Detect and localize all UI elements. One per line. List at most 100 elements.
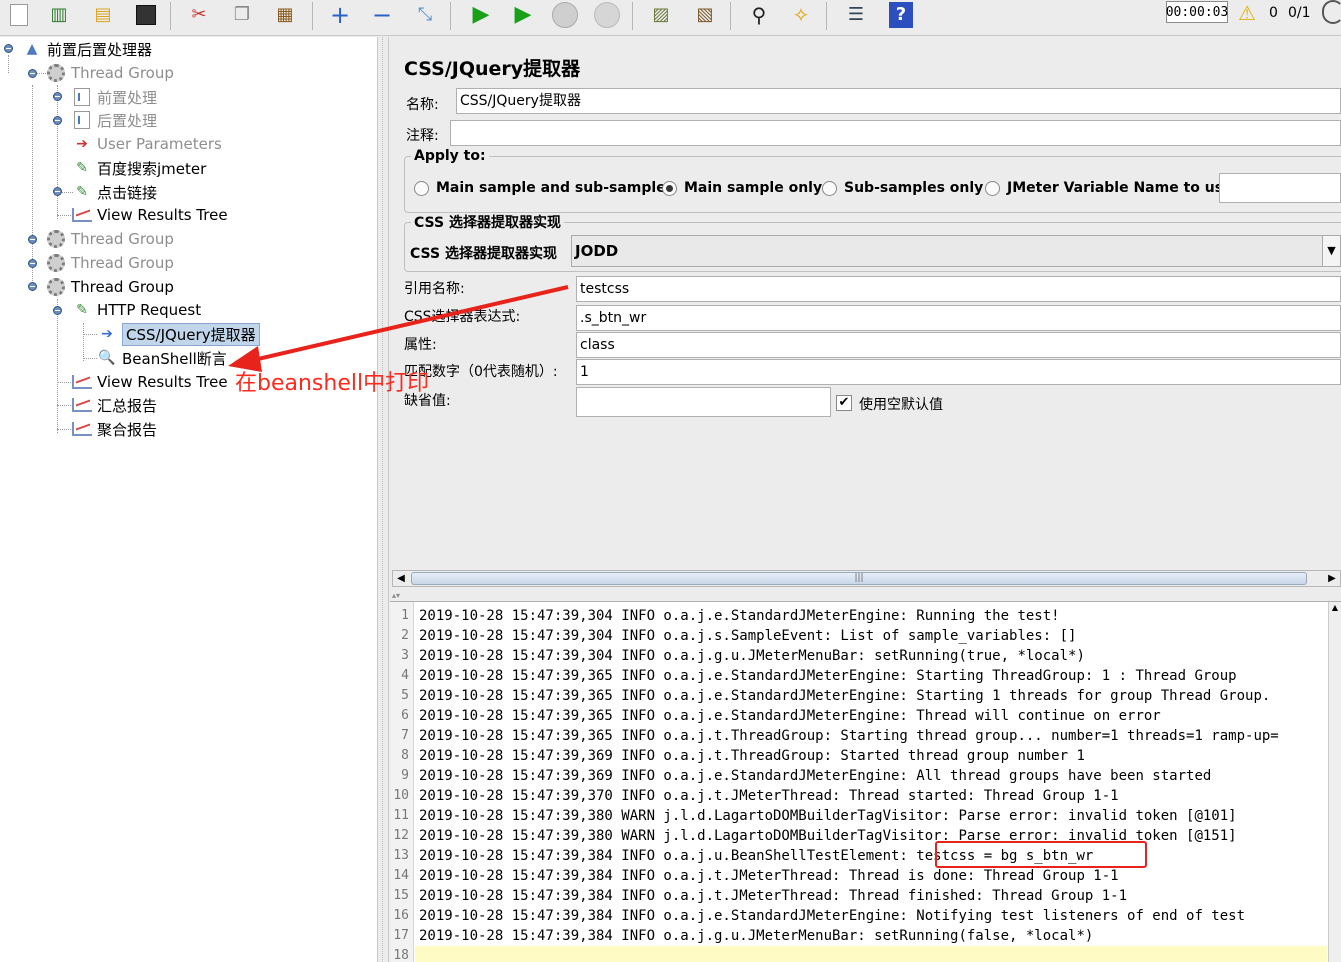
line-number: 12 <box>393 828 409 843</box>
expand-toggle[interactable] <box>28 69 37 78</box>
scroll-up-icon[interactable]: ▲ <box>1329 602 1341 614</box>
line-number: 3 <box>401 648 409 663</box>
toolbar: ▥ ▤ ✂ ❐ ▦ + − ⤡ ▶ ▶ ▨ ▧ ⚲ ✧ ☰ ? 00:00:03… <box>0 0 1341 36</box>
tree-node-view-results-tree[interactable]: View Results Tree <box>72 204 228 226</box>
line-number: 4 <box>401 668 409 683</box>
jmeter-variable-input[interactable] <box>1219 173 1341 203</box>
tree-node-user-parameters[interactable]: ➔ User Parameters <box>72 133 222 155</box>
radio-jmeter-variable[interactable]: JMeter Variable Name to use <box>985 180 1233 196</box>
radio-main-and-sub[interactable]: Main sample and sub-samples <box>414 180 674 196</box>
impl-select[interactable]: JODD ▼ <box>571 235 1341 267</box>
log-line: 2019-10-28 15:47:39,369 INFO o.a.j.e.Sta… <box>419 768 1212 784</box>
line-number: 16 <box>393 908 409 923</box>
tree-node-root[interactable]: ▲ 前置后置处理器 <box>22 38 152 60</box>
templates-icon[interactable]: ▥ <box>44 0 74 30</box>
expand-toggle[interactable] <box>53 116 62 125</box>
current-line-highlight <box>415 946 1327 962</box>
clear-icon[interactable]: ▨ <box>646 0 676 30</box>
post-processor-icon: ➔ <box>101 326 113 342</box>
copy-icon[interactable]: ❐ <box>227 0 257 30</box>
new-icon[interactable] <box>4 0 34 30</box>
default-value-field[interactable] <box>576 387 831 417</box>
radio-button[interactable] <box>985 180 1000 196</box>
scroll-thumb[interactable]: ||| <box>411 572 1307 585</box>
line-number: 17 <box>393 928 409 943</box>
scroll-right-icon[interactable]: ▶ <box>1324 571 1340 586</box>
scroll-left-icon[interactable]: ◀ <box>393 571 409 586</box>
expand-icon[interactable]: + <box>325 0 355 30</box>
expand-toggle[interactable] <box>53 92 62 101</box>
css-expr-field[interactable]: .s_btn_wr <box>576 305 1341 331</box>
radio-sub-only[interactable]: Sub-samples only <box>822 180 983 196</box>
log-split-divider[interactable]: ▴▾ <box>390 592 1341 600</box>
tree-node-css-extractor[interactable]: ➔ CSS/JQuery提取器 <box>97 322 260 346</box>
test-plan-tree: ▲ 前置后置处理器 Thread Group 前置处理 后置处理 ➔ User Pa… <box>0 37 377 962</box>
radio-button[interactable] <box>662 180 677 196</box>
thread-group-icon <box>46 229 66 249</box>
comment-field[interactable] <box>450 120 1341 146</box>
css-expr-label: CSS选择器表达式: <box>404 309 521 325</box>
match-number-field[interactable]: 1 <box>576 359 1341 385</box>
cut-icon[interactable]: ✂ <box>184 0 214 30</box>
radio-button[interactable] <box>822 180 837 196</box>
save-icon[interactable] <box>131 0 161 30</box>
tree-node-post[interactable]: 后置处理 <box>72 109 157 131</box>
expand-toggle[interactable] <box>53 306 62 315</box>
start-icon[interactable]: ▶ <box>466 0 496 30</box>
tree-node-thread-group[interactable]: Thread Group <box>46 62 174 84</box>
apply-to-legend: Apply to: <box>414 148 486 164</box>
function-helper-icon[interactable]: ☰ <box>841 0 871 30</box>
split-pane-divider[interactable] <box>377 37 389 962</box>
assertion-icon: 🔍 <box>98 350 116 366</box>
collapse-icon[interactable]: − <box>367 0 397 30</box>
ref-name-field[interactable]: testcss <box>576 276 1341 302</box>
log-line: 2019-10-28 15:47:39,365 INFO o.a.j.e.Sta… <box>419 668 1237 684</box>
vertical-scrollbar[interactable]: ▲ <box>1328 602 1341 962</box>
reset-search-icon[interactable]: ✧ <box>786 0 816 30</box>
listener-icon <box>72 419 92 439</box>
expand-toggle[interactable] <box>53 187 62 196</box>
tree-node-thread-group[interactable]: Thread Group <box>46 228 174 250</box>
tree-node-aggregate-report[interactable]: 聚合报告 <box>72 418 157 440</box>
ref-name-label: 引用名称: <box>404 281 465 297</box>
start-no-pause-icon[interactable]: ▶ <box>508 0 538 30</box>
expand-toggle[interactable] <box>28 282 37 291</box>
thread-group-icon <box>46 253 66 273</box>
log-viewer[interactable]: 1 2 3 4 5 6 7 8 9 10 11 12 13 14 15 16 17 18 2019-10-28 1… <box>390 601 1341 962</box>
use-empty-default-checkbox[interactable]: ✔ <box>836 395 852 411</box>
stop-icon[interactable] <box>550 0 580 30</box>
tree-node-summary-report[interactable]: 汇总报告 <box>72 394 157 416</box>
horizontal-scrollbar[interactable]: ◀ ||| ▶ <box>392 570 1341 587</box>
clear-all-icon[interactable]: ▧ <box>690 0 720 30</box>
help-icon[interactable]: ? <box>886 0 916 30</box>
expand-toggle[interactable] <box>28 235 37 244</box>
tree-node-baidu[interactable]: ✎ 百度搜索jmeter <box>72 157 206 179</box>
tree-node-http-request[interactable]: ✎ HTTP Request <box>72 299 201 321</box>
chevron-down-icon[interactable]: ▼ <box>1322 236 1340 266</box>
running-indicator-icon <box>1322 0 1341 24</box>
log-line: 2019-10-28 15:47:39,304 INFO o.a.j.e.Sta… <box>419 608 1060 624</box>
tree-node-thread-group[interactable]: Thread Group <box>46 276 174 298</box>
line-number: 15 <box>393 888 409 903</box>
line-number: 5 <box>401 688 409 703</box>
name-field[interactable]: CSS/JQuery提取器 <box>456 88 1341 114</box>
tree-node-thread-group[interactable]: Thread Group <box>46 252 174 274</box>
radio-main-only[interactable]: Main sample only <box>662 180 822 196</box>
line-number: 13 <box>393 848 409 863</box>
tree-node-click[interactable]: ✎ 点击链接 <box>72 181 157 203</box>
paste-icon[interactable]: ▦ <box>270 0 300 30</box>
tree-node-pre[interactable]: 前置处理 <box>72 86 157 108</box>
open-icon[interactable]: ▤ <box>88 0 118 30</box>
shutdown-icon[interactable] <box>592 0 622 30</box>
impl-legend: CSS 选择器提取器实现 <box>414 215 561 231</box>
expand-toggle[interactable] <box>4 44 13 53</box>
tree-node-beanshell-assertion[interactable]: 🔍 BeanShell断言 <box>97 347 227 369</box>
expand-toggle[interactable] <box>28 259 37 268</box>
search-icon[interactable]: ⚲ <box>744 0 774 30</box>
attribute-field[interactable]: class <box>576 332 1341 358</box>
toggle-icon[interactable]: ⤡ <box>410 0 440 30</box>
line-number: 11 <box>393 808 409 823</box>
tree-node-view-results-tree[interactable]: View Results Tree <box>72 371 228 393</box>
radio-button[interactable] <box>414 180 429 196</box>
warning-icon[interactable]: ⚠ <box>1238 1 1256 25</box>
